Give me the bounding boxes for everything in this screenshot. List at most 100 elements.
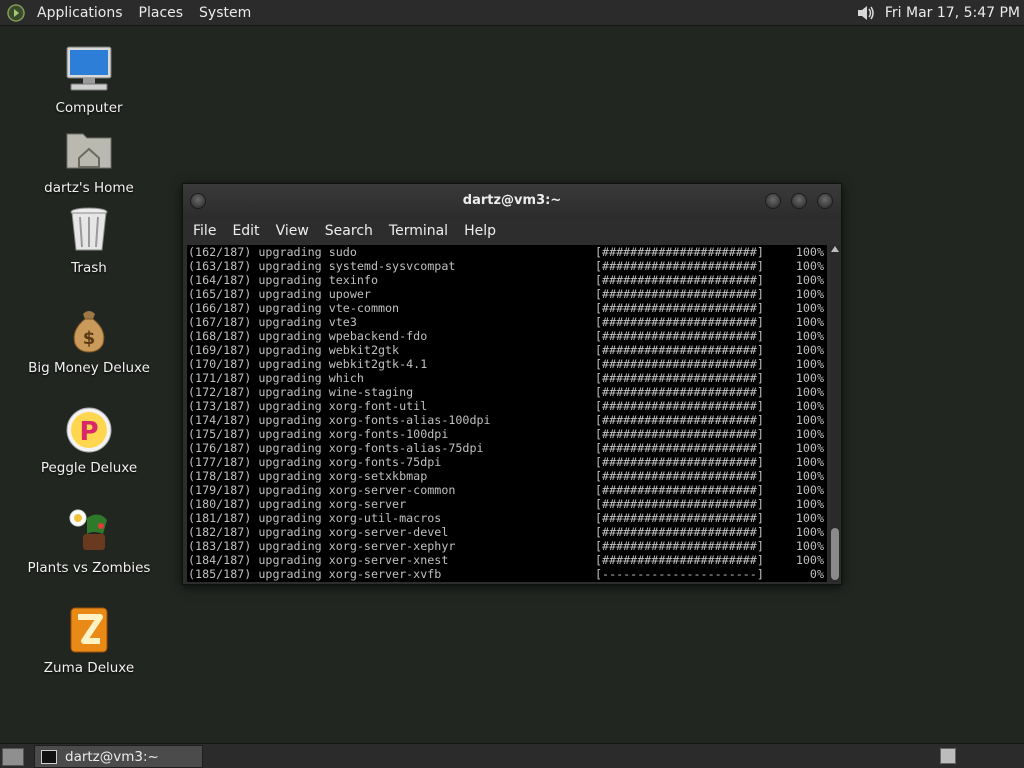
terminal-line: (174/187) upgrading xorg-fonts-alias-100…	[188, 413, 827, 427]
line-text: (162/187) upgrading sudo	[188, 245, 357, 259]
trash-icon	[70, 207, 108, 251]
terminal-window[interactable]: dartz@vm3:~ File Edit View Search Termin…	[182, 183, 842, 585]
terminal-line: (166/187) upgrading vte-common [#########…	[188, 301, 827, 315]
progress-percent: 100%	[795, 385, 824, 399]
desktop-icon-computer[interactable]: Computer	[14, 44, 164, 116]
line-text: (163/187) upgrading systemd-sysvcompat	[188, 259, 456, 273]
menu-terminal[interactable]: Terminal	[381, 223, 456, 239]
zuma-icon	[70, 607, 108, 653]
terminal-scrollbar[interactable]	[830, 245, 840, 582]
desktop-icon-peggle[interactable]: P Peggle Deluxe	[14, 404, 164, 476]
scrollbar-thumb[interactable]	[831, 528, 839, 580]
scroll-up-arrow-icon[interactable]	[831, 246, 839, 252]
progress-percent: 100%	[795, 469, 824, 483]
places-menu[interactable]: Places	[139, 5, 184, 21]
clock[interactable]: Fri Mar 17, 5:47 PM	[885, 5, 1020, 21]
terminal-line: (178/187) upgrading xorg-setxkbmap [#####…	[188, 469, 827, 483]
terminal-line: (171/187) upgrading which [##############…	[188, 371, 827, 385]
terminal-line: (183/187) upgrading xorg-server-xephyr [#…	[188, 539, 827, 553]
desktop-icon-home[interactable]: dartz's Home	[14, 124, 164, 196]
line-text: (185/187) upgrading xorg-server-xvfb	[188, 567, 442, 581]
desktop-icon-trash[interactable]: Trash	[14, 204, 164, 276]
progress-bar-text: [######################]	[595, 273, 764, 287]
progress-percent: 100%	[795, 329, 824, 343]
desktop-icon-zuma[interactable]: Zuma Deluxe	[14, 604, 164, 676]
progress-percent: 100%	[795, 259, 824, 273]
progress-percent: 100%	[795, 301, 824, 315]
bottom-panel: dartz@vm3:~	[0, 743, 1024, 768]
desktop-icon-big-money[interactable]: $ Big Money Deluxe	[14, 304, 164, 376]
line-text: (171/187) upgrading which	[188, 371, 364, 385]
gnome-foot-icon[interactable]	[7, 3, 25, 22]
close-button[interactable]	[817, 193, 833, 209]
line-text: (183/187) upgrading xorg-server-xephyr	[188, 539, 456, 553]
progress-bar-text: [######################]	[595, 329, 764, 343]
terminal-line: (172/187) upgrading wine-staging [#######…	[188, 385, 827, 399]
desktop-icon-label: Big Money Deluxe	[28, 360, 150, 376]
desktop-icon-plants-vs-zombies[interactable]: Plants vs Zombies	[14, 504, 164, 576]
workspace-switcher[interactable]	[940, 748, 956, 764]
terminal-line: (175/187) upgrading xorg-fonts-100dpi [##…	[188, 427, 827, 441]
progress-bar-text: [######################]	[595, 441, 764, 455]
desktop-icon-label: dartz's Home	[44, 180, 134, 196]
progress-percent: 100%	[795, 343, 824, 357]
progress-percent: 100%	[795, 511, 824, 525]
progress-percent: 100%	[795, 427, 824, 441]
svg-text:P: P	[79, 417, 98, 447]
progress-percent: 100%	[795, 539, 824, 553]
progress-percent: 100%	[795, 371, 824, 385]
terminal-line: (173/187) upgrading xorg-font-util [#####…	[188, 399, 827, 413]
line-text: (180/187) upgrading xorg-server	[188, 497, 407, 511]
progress-bar-text: [######################]	[595, 357, 764, 371]
terminal-line: (170/187) upgrading webkit2gtk-4.1 [#####…	[188, 357, 827, 371]
progress-bar-text: [######################]	[595, 259, 764, 273]
desktop-icon-label: Zuma Deluxe	[43, 660, 135, 676]
progress-bar-text: [######################]	[595, 245, 764, 259]
applications-menu[interactable]: Applications	[37, 5, 123, 21]
system-menu[interactable]: System	[199, 5, 251, 21]
taskbar-terminal-button[interactable]: dartz@vm3:~	[34, 745, 203, 768]
terminal-line: (184/187) upgrading xorg-server-xnest [##…	[188, 553, 827, 567]
progress-percent: 100%	[795, 525, 824, 539]
menu-search[interactable]: Search	[317, 223, 381, 239]
line-text: (168/187) upgrading wpebackend-fdo	[188, 329, 428, 343]
progress-bar-text: [######################]	[595, 301, 764, 315]
progress-percent: 100%	[795, 441, 824, 455]
progress-percent: 100%	[795, 315, 824, 329]
terminal-line: (169/187) upgrading webkit2gtk [#########…	[188, 343, 827, 357]
terminal-icon	[41, 749, 57, 764]
terminal-line: (185/187) upgrading xorg-server-xvfb [---…	[188, 567, 827, 581]
desktop-icon-label: Peggle Deluxe	[40, 460, 138, 476]
terminal-menubar: File Edit View Search Terminal Help	[183, 218, 841, 244]
window-titlebar[interactable]: dartz@vm3:~	[183, 184, 841, 218]
progress-bar-text: [######################]	[595, 469, 764, 483]
terminal-line: (176/187) upgrading xorg-fonts-alias-75d…	[188, 441, 827, 455]
minimize-button[interactable]	[765, 193, 781, 209]
line-text: (175/187) upgrading xorg-fonts-100dpi	[188, 427, 449, 441]
progress-percent: 100%	[795, 357, 824, 371]
speaker-icon[interactable]	[855, 3, 877, 23]
money-bag-icon: $	[73, 311, 105, 353]
terminal-output[interactable]: (162/187) upgrading sudo [###############…	[187, 245, 827, 582]
progress-bar-text: [######################]	[595, 455, 764, 469]
progress-percent: 100%	[795, 287, 824, 301]
progress-bar-text: [######################]	[595, 553, 764, 567]
desktop-icon-label: Plants vs Zombies	[27, 560, 151, 576]
menu-edit[interactable]: Edit	[224, 223, 267, 239]
window-title: dartz@vm3:~	[462, 193, 562, 208]
menu-file[interactable]: File	[185, 223, 224, 239]
terminal-line: (168/187) upgrading wpebackend-fdo [#####…	[188, 329, 827, 343]
show-desktop-icon[interactable]	[2, 748, 24, 766]
desktop-icon-label: Trash	[71, 260, 107, 276]
maximize-button[interactable]	[791, 193, 807, 209]
line-text: (174/187) upgrading xorg-fonts-alias-100…	[188, 413, 491, 427]
desktop-icon-label: Computer	[55, 100, 123, 116]
progress-percent: 100%	[795, 497, 824, 511]
menu-help[interactable]: Help	[456, 223, 504, 239]
terminal-line: (180/187) upgrading xorg-server [########…	[188, 497, 827, 511]
menu-view[interactable]: View	[268, 223, 317, 239]
progress-percent: 100%	[795, 455, 824, 469]
terminal-line: (162/187) upgrading sudo [###############…	[188, 245, 827, 259]
progress-percent: 0%	[809, 567, 824, 581]
progress-percent: 100%	[795, 245, 824, 259]
